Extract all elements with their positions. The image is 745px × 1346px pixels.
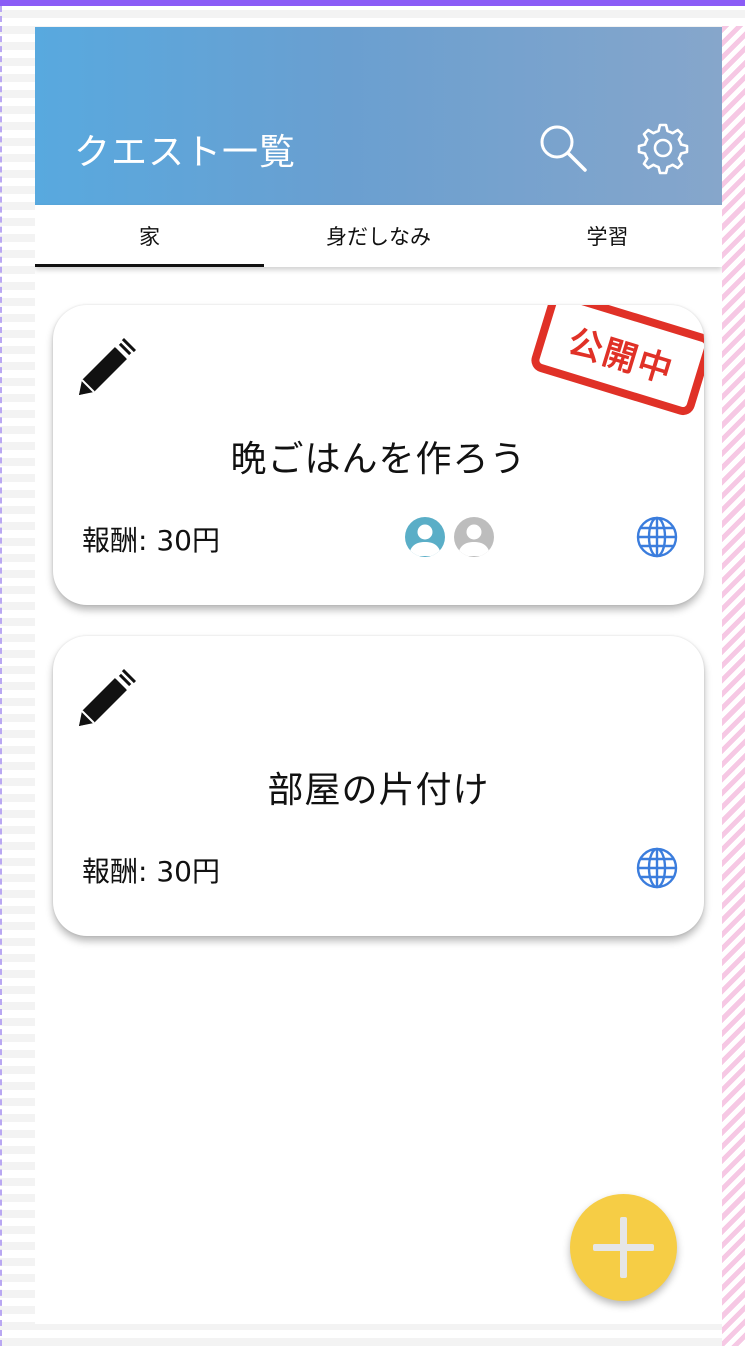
quest-card[interactable]: 部屋の片付け 報酬: 30円 xyxy=(53,636,704,936)
stamp-label: 公開中 xyxy=(563,321,679,392)
tab-study[interactable]: 学習 xyxy=(493,205,722,267)
edit-button[interactable] xyxy=(73,666,139,732)
globe-icon xyxy=(636,847,678,889)
assignee-avatar[interactable] xyxy=(453,516,495,558)
tab-label: 家 xyxy=(139,225,160,249)
tab-label: 身だしなみ xyxy=(326,225,431,249)
visibility-button[interactable] xyxy=(635,515,679,559)
pencil-icon xyxy=(79,338,136,395)
published-stamp: 公開中 xyxy=(528,305,704,419)
tab-label: 学習 xyxy=(586,225,629,249)
quest-reward: 報酬: 30円 xyxy=(82,855,220,888)
quest-title: 晩ごはんを作ろう xyxy=(230,439,527,480)
window-left-border xyxy=(0,6,3,1346)
plus-icon xyxy=(593,1217,654,1278)
quest-reward: 報酬: 30円 xyxy=(82,524,220,557)
search-icon xyxy=(540,125,587,172)
person-icon xyxy=(405,517,445,557)
edit-button[interactable] xyxy=(73,335,139,401)
category-tabs: 家 身だしなみ 学習 xyxy=(35,205,722,267)
gear-icon xyxy=(637,123,689,175)
pencil-icon xyxy=(79,669,136,726)
tab-grooming[interactable]: 身だしなみ xyxy=(264,205,493,267)
app-screen: クエスト一覧 家 身だしなみ 学習 公開中 晩ごはんを作ろう 報酬: 30円 部… xyxy=(35,27,722,1324)
globe-icon xyxy=(636,516,678,558)
page-title: クエスト一覧 xyxy=(74,132,297,173)
settings-button[interactable] xyxy=(636,121,690,175)
quest-title: 部屋の片付け xyxy=(267,770,490,811)
quest-card[interactable]: 公開中 晩ごはんを作ろう 報酬: 30円 xyxy=(53,305,704,605)
window-top-border xyxy=(0,0,745,6)
scroll-gutter xyxy=(722,26,745,1346)
search-button[interactable] xyxy=(536,121,590,175)
person-icon xyxy=(454,517,494,557)
visibility-button[interactable] xyxy=(635,846,679,890)
add-quest-button[interactable] xyxy=(570,1194,677,1301)
tab-home[interactable]: 家 xyxy=(35,205,264,267)
assignee-avatar[interactable] xyxy=(404,516,446,558)
app-bar: クエスト一覧 xyxy=(35,27,722,205)
